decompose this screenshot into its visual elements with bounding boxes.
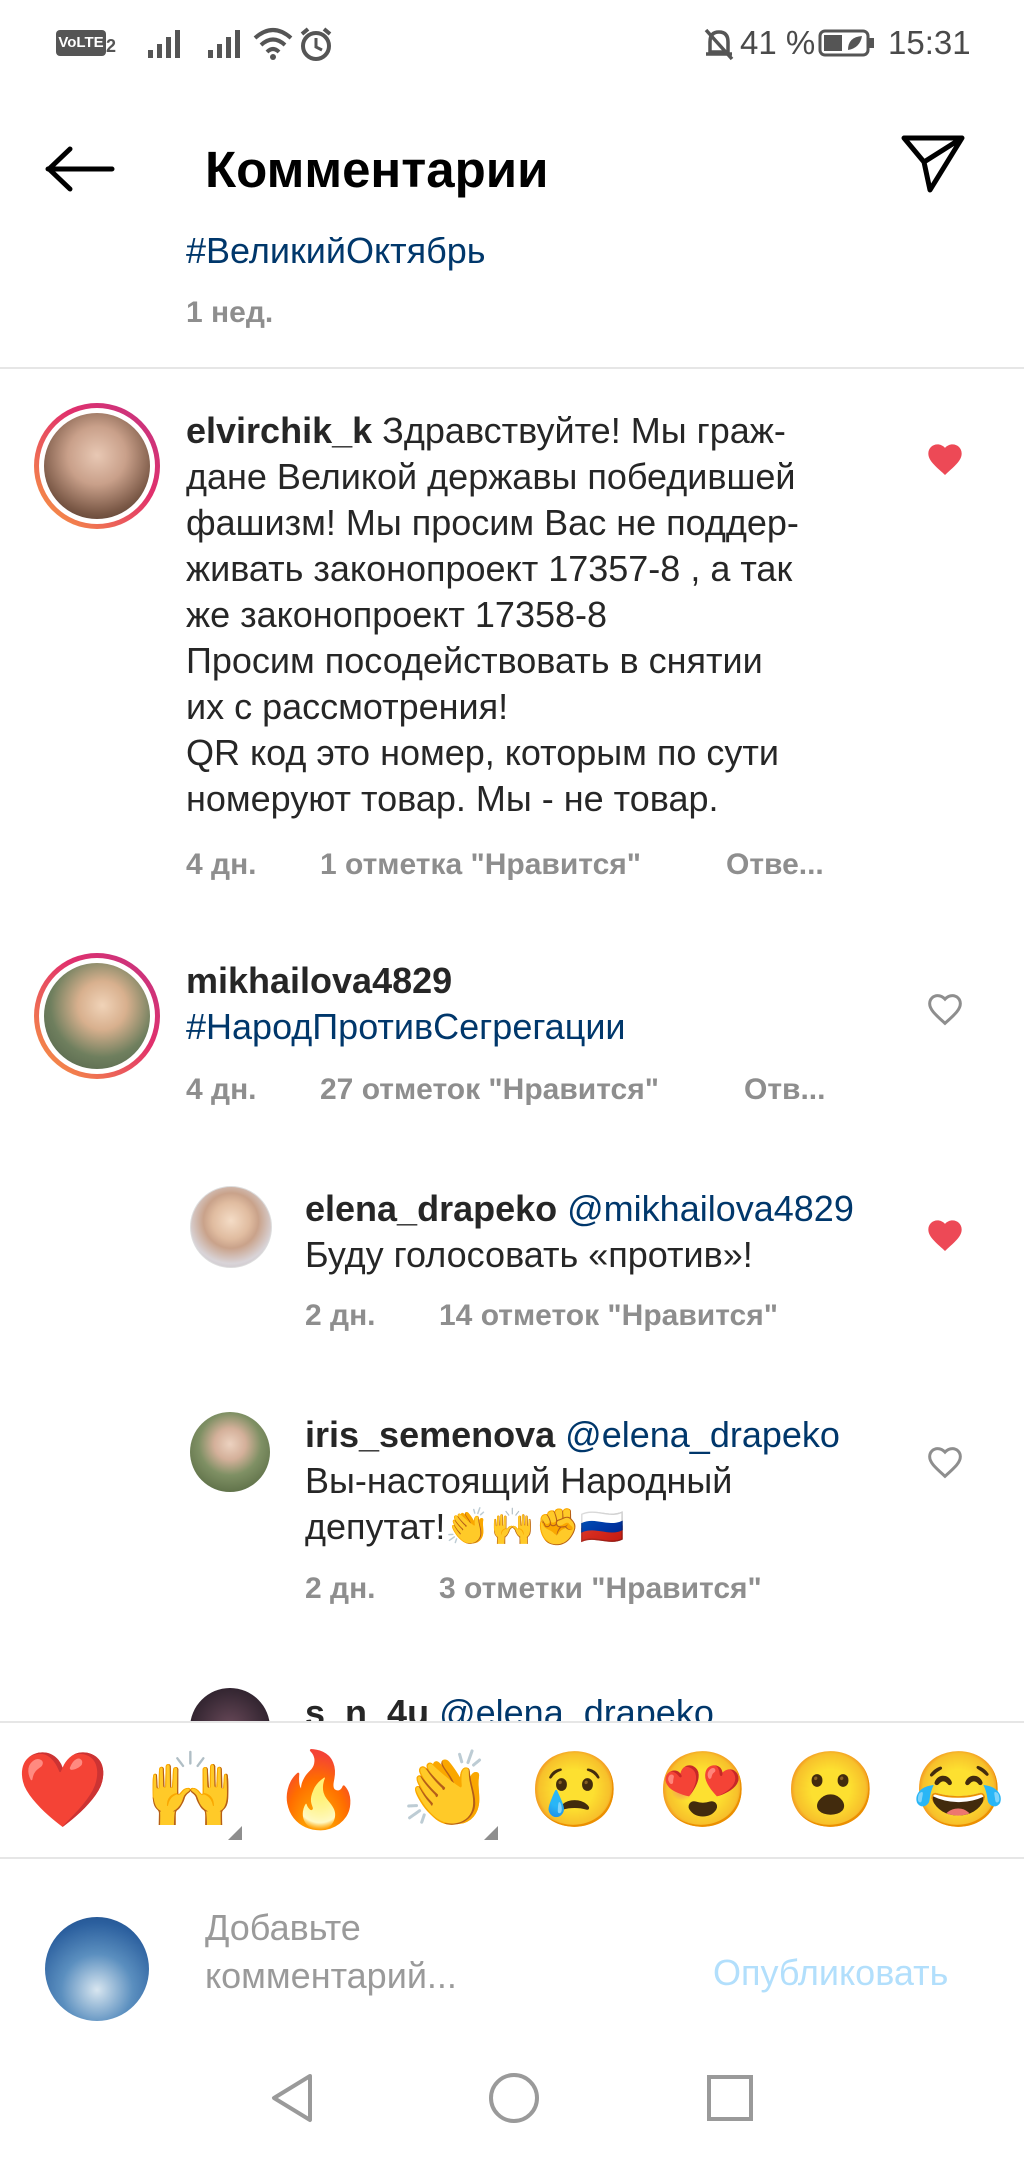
emoji-raised-hands-button[interactable]: 🙌 [136,1745,246,1835]
page-title: Комментарии [205,141,549,198]
direct-send-icon[interactable] [900,132,966,194]
comment-time: 4 дн. [186,848,257,881]
status-bar: VoLTE 2 41 % 15:31 [0,0,1024,88]
reply-button[interactable]: Отве... [726,848,824,882]
comment-body: mikhailova4829 #НародПротивСегрегации [186,958,886,1050]
mention-link[interactable]: @elena_drapeko [439,1692,714,1722]
sim-slot-label: 2 [106,36,117,56]
avatar[interactable] [190,1688,270,1722]
reply-button[interactable]: Отв... [744,1073,825,1107]
signal-icon [148,30,180,58]
wifi-icon [253,28,293,60]
avatar[interactable] [34,403,160,529]
reply-time: 2 дн. [305,1572,376,1605]
avatar[interactable] [34,953,160,1079]
comment-body: elvirchik_k Здравствуйте! Мы граж- дане … [186,410,799,819]
comment-username[interactable]: elvirchik_k [186,410,372,451]
comment-time: 1 нед. [186,296,274,329]
emoji-crying-button[interactable]: 😢 [520,1745,630,1835]
signal-icon [208,30,240,58]
hashtag-link[interactable]: #НародПротивСегрегации [186,1004,886,1050]
reply-clipped: s_n_4u @elena_drapeko [0,1680,1024,1722]
nav-recents-icon[interactable] [706,2074,754,2122]
emoji-surprised-button[interactable]: 😮 [776,1745,886,1835]
comment-time: 4 дн. [186,1073,257,1106]
nav-home-icon[interactable] [486,2070,542,2126]
divider [0,1857,1024,1859]
reply-username[interactable]: elena_drapeko [305,1188,557,1229]
publish-button[interactable]: Опубликовать [713,1952,948,1994]
emoji-laughing-button[interactable]: 😂 [904,1745,1014,1835]
skin-tone-indicator [228,1826,242,1840]
emoji-heart-eyes-button[interactable]: 😍 [648,1745,758,1835]
emoji-heart-button[interactable]: ❤️ [8,1745,118,1835]
skin-tone-indicator [484,1826,498,1840]
hashtag-link[interactable]: #ВеликийОктябрь [186,237,485,274]
battery-icon [818,29,874,57]
mute-notification-icon [704,28,734,61]
battery-percent: 41 % [740,24,816,61]
alarm-icon [300,27,332,61]
volte-icon: VoLTE [56,30,106,56]
reply-likes-count[interactable]: 3 отметки "Нравится" [439,1572,762,1606]
heart-filled-icon[interactable] [925,440,965,480]
divider [0,367,1024,369]
reply-body: elena_drapeko @mikhailova4829 Буду голос… [305,1188,854,1275]
reply-username[interactable]: iris_semenova [305,1414,555,1455]
back-arrow-icon[interactable] [44,146,116,192]
my-avatar [45,1917,149,2021]
divider [0,1721,1024,1723]
heart-outline-icon[interactable] [925,1443,965,1483]
reply-body: iris_semenova @elena_drapeko Вы-настоящи… [305,1414,840,1547]
clock: 15:31 [888,24,971,61]
reply-username[interactable]: s_n_4u [305,1692,429,1722]
emoji-fire-button[interactable]: 🔥 [264,1745,374,1835]
nav-back-icon[interactable] [268,2072,316,2124]
reply-likes-count[interactable]: 14 отметок "Нравится" [439,1299,778,1333]
comment-likes-count[interactable]: 1 отметка "Нравится" [320,848,641,882]
heart-filled-icon[interactable] [925,1216,965,1256]
reply-time: 2 дн. [305,1299,376,1332]
emoji-clap-button[interactable]: 👏 [392,1745,502,1835]
heart-outline-icon[interactable] [925,990,965,1030]
comment-username[interactable]: mikhailova4829 [186,958,886,1004]
mention-link[interactable]: @elena_drapeko [565,1414,840,1455]
comment-input[interactable]: Добавьте комментарий... [205,1904,457,2000]
avatar[interactable] [190,1412,270,1492]
mention-link[interactable]: @mikhailova4829 [567,1188,854,1229]
system-nav-bar [0,2040,1024,2162]
avatar[interactable] [190,1186,272,1268]
reply-body: s_n_4u @elena_drapeko [305,1690,714,1722]
comment-likes-count[interactable]: 27 отметок "Нравится" [320,1073,659,1107]
